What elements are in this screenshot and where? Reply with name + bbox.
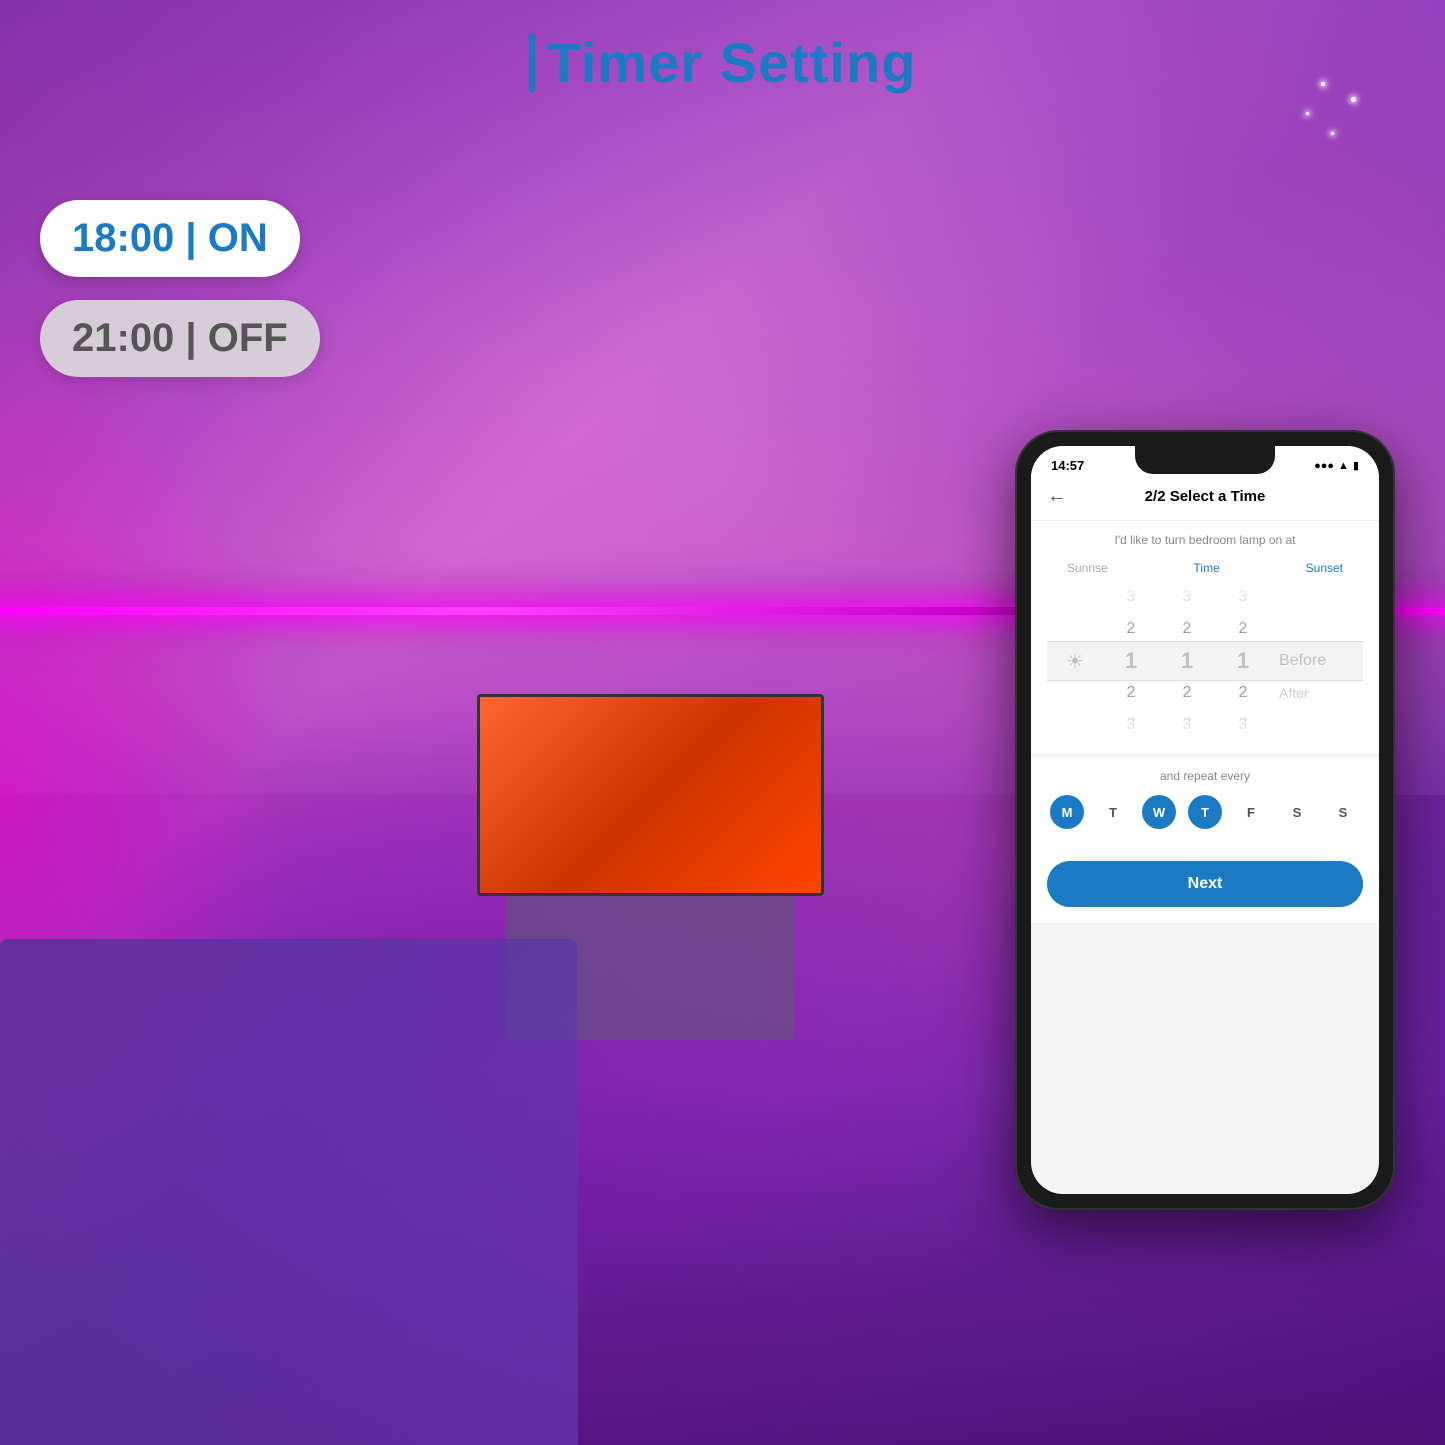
- content-layer: Timer Setting 18:00 | ON 21:00 | OFF 14:…: [0, 0, 1445, 1445]
- page-title-container: Timer Setting: [529, 30, 917, 95]
- time-label: Time: [1194, 561, 1220, 575]
- picker-col-1[interactable]: 3 2 1 2 3: [1103, 581, 1159, 741]
- picker-item: 3: [1159, 709, 1215, 741]
- picker-item-selected: 1: [1159, 645, 1215, 677]
- picker-item: 2: [1103, 677, 1159, 709]
- wifi-icon: ▲: [1338, 460, 1349, 472]
- days-row: M T W T F S S: [1047, 795, 1363, 829]
- picker-item: 3: [1103, 709, 1159, 741]
- repeat-section: and repeat every M T W T F S S: [1031, 757, 1379, 841]
- phone-frame: 14:57 ●●● ▲ ▮ ← 2/2 Select a Time I'd li…: [1015, 430, 1395, 1210]
- battery-icon: ▮: [1353, 459, 1359, 472]
- picker-item: 3: [1103, 581, 1159, 613]
- subtitle: I'd like to turn bedroom lamp on at: [1047, 533, 1363, 547]
- repeat-label: and repeat every: [1047, 769, 1363, 783]
- phone-mockup: 14:57 ●●● ▲ ▮ ← 2/2 Select a Time I'd li…: [1015, 430, 1395, 1210]
- back-button[interactable]: ←: [1047, 485, 1067, 508]
- picker-columns: ☀ 3 2 1 2 3: [1047, 581, 1363, 741]
- phone-screen: 14:57 ●●● ▲ ▮ ← 2/2 Select a Time I'd li…: [1031, 446, 1379, 1194]
- picker-item: 2: [1215, 677, 1271, 709]
- day-sunday[interactable]: S: [1326, 795, 1360, 829]
- page-title: Timer Setting: [547, 30, 917, 95]
- picker-item: 2: [1215, 613, 1271, 645]
- picker-item: 2: [1103, 613, 1159, 645]
- signal-icon: ●●●: [1314, 460, 1334, 472]
- day-friday[interactable]: F: [1234, 795, 1268, 829]
- header-title: 2/2 Select a Time: [1145, 488, 1266, 505]
- day-saturday[interactable]: S: [1280, 795, 1314, 829]
- picker-label-after: After: [1279, 677, 1309, 709]
- picker-labels: Sunrise Time Sunset: [1047, 561, 1363, 575]
- time-picker[interactable]: ☀ 3 2 1 2 3: [1047, 581, 1363, 741]
- app-content: I'd like to turn bedroom lamp on at Sunr…: [1031, 521, 1379, 753]
- phone-notch: [1135, 446, 1275, 474]
- sunrise-label: Sunrise: [1067, 561, 1108, 575]
- picker-col-3[interactable]: 3 2 1 2 3: [1215, 581, 1271, 741]
- app-header: ← 2/2 Select a Time: [1031, 477, 1379, 521]
- day-tuesday[interactable]: T: [1096, 795, 1130, 829]
- timer-on-badge: 18:00 | ON: [40, 200, 300, 277]
- picker-label-before: Before: [1279, 645, 1326, 677]
- picker-col-2[interactable]: 3 2 1 2 3: [1159, 581, 1215, 741]
- next-button[interactable]: Next: [1047, 861, 1363, 907]
- timer-off-badge: 21:00 | OFF: [40, 300, 320, 377]
- next-btn-container: Next: [1031, 841, 1379, 923]
- status-icons: ●●● ▲ ▮: [1314, 459, 1359, 472]
- before-after-col: Before After: [1271, 581, 1363, 741]
- sunrise-icon: ☀: [1066, 649, 1084, 674]
- day-monday[interactable]: M: [1050, 795, 1084, 829]
- picker-item: 2: [1159, 677, 1215, 709]
- status-time: 14:57: [1051, 458, 1084, 473]
- title-bar-icon: [529, 33, 535, 93]
- picker-item: 3: [1215, 581, 1271, 613]
- picker-item: 2: [1159, 613, 1215, 645]
- picker-item: 3: [1159, 581, 1215, 613]
- day-wednesday[interactable]: W: [1142, 795, 1176, 829]
- sunset-label: Sunset: [1306, 561, 1343, 575]
- picker-item-selected: 1: [1215, 645, 1271, 677]
- picker-item: 3: [1215, 709, 1271, 741]
- day-thursday[interactable]: T: [1188, 795, 1222, 829]
- picker-item-selected: 1: [1103, 645, 1159, 677]
- sunrise-col[interactable]: ☀: [1047, 581, 1103, 741]
